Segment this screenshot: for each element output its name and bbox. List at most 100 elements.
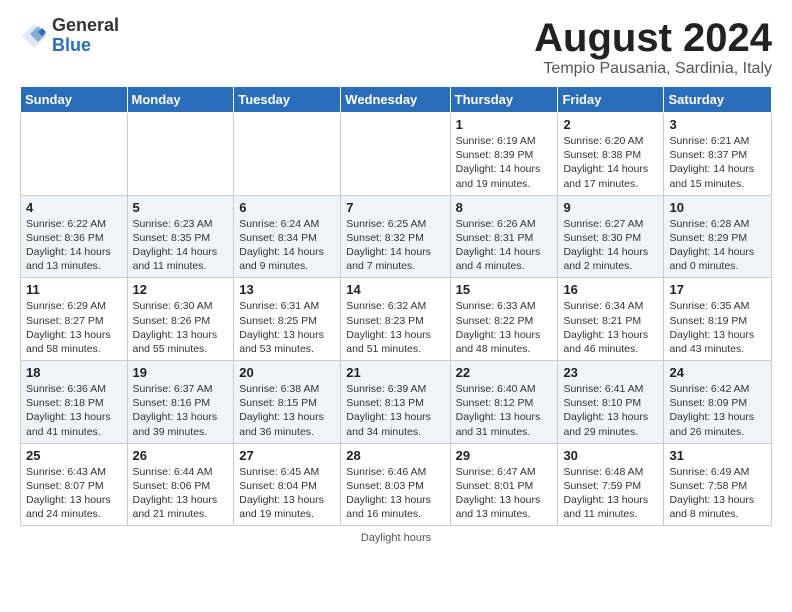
day-cell: 10Sunrise: 6:28 AM Sunset: 8:29 PM Dayli… — [664, 195, 772, 278]
day-info: Sunrise: 6:19 AM Sunset: 8:39 PM Dayligh… — [456, 134, 553, 191]
day-info: Sunrise: 6:39 AM Sunset: 8:13 PM Dayligh… — [346, 382, 444, 439]
week-row-3: 11 Sunrise: 6:29 AM Sunset: 8:27 PM Dayli… — [21, 278, 772, 361]
footer-text: Daylight hours — [20, 532, 772, 544]
day-cell: 18Sunrise: 6:36 AM Sunset: 8:18 PM Dayli… — [21, 361, 128, 444]
day-number: 27 — [239, 448, 335, 463]
logo-icon — [20, 22, 48, 50]
day-cell: 29 Sunrise: 6:47 AM Sunset: 8:01 PM Dayli… — [450, 443, 558, 526]
day-cell — [341, 113, 450, 196]
day-number: 26 — [133, 448, 229, 463]
day-number: 9 — [563, 200, 658, 215]
day-number: 18 — [26, 365, 122, 380]
day-number: 25 — [26, 448, 122, 463]
day-cell: 22 Sunrise: 6:40 AM Sunset: 8:12 PM Dayli… — [450, 361, 558, 444]
header: General Blue August 2024 Tempio Pausania… — [20, 16, 772, 78]
day-cell: 1 Sunrise: 6:19 AM Sunset: 8:39 PM Daylig… — [450, 113, 558, 196]
logo-general-text: General — [52, 16, 119, 36]
day-number: 28 — [346, 448, 444, 463]
day-info: Sunrise: 6:42 AM Sunset: 8:09 PM Dayligh… — [669, 382, 766, 439]
logo-text: General Blue — [52, 16, 119, 56]
day-number: 17 — [669, 282, 766, 297]
calendar-table: SundayMondayTuesdayWednesdayThursdayFrid… — [20, 86, 772, 526]
page: General Blue August 2024 Tempio Pausania… — [0, 0, 792, 554]
day-cell: 28Sunrise: 6:46 AM Sunset: 8:03 PM Dayli… — [341, 443, 450, 526]
day-number: 1 — [456, 117, 553, 132]
col-header-thursday: Thursday — [450, 87, 558, 113]
day-cell: 9Sunrise: 6:27 AM Sunset: 8:30 PM Daylig… — [558, 195, 664, 278]
day-cell: 6Sunrise: 6:24 AM Sunset: 8:34 PM Daylig… — [234, 195, 341, 278]
day-number: 14 — [346, 282, 444, 297]
day-number: 4 — [26, 200, 122, 215]
day-number: 3 — [669, 117, 766, 132]
day-info: Sunrise: 6:38 AM Sunset: 8:15 PM Dayligh… — [239, 382, 335, 439]
day-info: Sunrise: 6:23 AM Sunset: 8:35 PM Dayligh… — [133, 217, 229, 274]
day-number: 10 — [669, 200, 766, 215]
day-info: Sunrise: 6:48 AM Sunset: 7:59 PM Dayligh… — [563, 465, 658, 522]
header-row: SundayMondayTuesdayWednesdayThursdayFrid… — [21, 87, 772, 113]
day-number: 16 — [563, 282, 658, 297]
day-info: Sunrise: 6:22 AM Sunset: 8:36 PM Dayligh… — [26, 217, 122, 274]
day-cell: 15Sunrise: 6:33 AM Sunset: 8:22 PM Dayli… — [450, 278, 558, 361]
day-info: Sunrise: 6:32 AM Sunset: 8:23 PM Dayligh… — [346, 299, 444, 356]
day-cell — [127, 113, 234, 196]
day-cell: 21 Sunrise: 6:39 AM Sunset: 8:13 PM Dayli… — [341, 361, 450, 444]
day-cell: 4 Sunrise: 6:22 AM Sunset: 8:36 PM Daylig… — [21, 195, 128, 278]
day-number: 29 — [456, 448, 553, 463]
day-info: Sunrise: 6:34 AM Sunset: 8:21 PM Dayligh… — [563, 299, 658, 356]
day-number: 2 — [563, 117, 658, 132]
location-subtitle: Tempio Pausania, Sardinia, Italy — [534, 60, 772, 78]
day-cell: 20 Sunrise: 6:38 AM Sunset: 8:15 PM Dayli… — [234, 361, 341, 444]
day-info: Sunrise: 6:24 AM Sunset: 8:34 PM Dayligh… — [239, 217, 335, 274]
day-number: 13 — [239, 282, 335, 297]
day-cell: 23Sunrise: 6:41 AM Sunset: 8:10 PM Dayli… — [558, 361, 664, 444]
day-cell: 19Sunrise: 6:37 AM Sunset: 8:16 PM Dayli… — [127, 361, 234, 444]
day-number: 31 — [669, 448, 766, 463]
day-info: Sunrise: 6:44 AM Sunset: 8:06 PM Dayligh… — [133, 465, 229, 522]
day-cell — [21, 113, 128, 196]
day-number: 24 — [669, 365, 766, 380]
day-info: Sunrise: 6:29 AM Sunset: 8:27 PM Dayligh… — [26, 299, 122, 356]
week-row-5: 25 Sunrise: 6:43 AM Sunset: 8:07 PM Dayli… — [21, 443, 772, 526]
day-number: 12 — [133, 282, 229, 297]
day-number: 8 — [456, 200, 553, 215]
day-cell: 31 Sunrise: 6:49 AM Sunset: 7:58 PM Dayli… — [664, 443, 772, 526]
day-number: 11 — [26, 282, 122, 297]
day-number: 5 — [133, 200, 229, 215]
day-cell: 7Sunrise: 6:25 AM Sunset: 8:32 PM Daylig… — [341, 195, 450, 278]
day-cell: 11 Sunrise: 6:29 AM Sunset: 8:27 PM Dayli… — [21, 278, 128, 361]
day-info: Sunrise: 6:35 AM Sunset: 8:19 PM Dayligh… — [669, 299, 766, 356]
day-cell: 13Sunrise: 6:31 AM Sunset: 8:25 PM Dayli… — [234, 278, 341, 361]
day-cell: 24 Sunrise: 6:42 AM Sunset: 8:09 PM Dayli… — [664, 361, 772, 444]
day-info: Sunrise: 6:25 AM Sunset: 8:32 PM Dayligh… — [346, 217, 444, 274]
col-header-friday: Friday — [558, 87, 664, 113]
col-header-tuesday: Tuesday — [234, 87, 341, 113]
day-number: 21 — [346, 365, 444, 380]
day-cell: 16 Sunrise: 6:34 AM Sunset: 8:21 PM Dayli… — [558, 278, 664, 361]
day-cell: 12Sunrise: 6:30 AM Sunset: 8:26 PM Dayli… — [127, 278, 234, 361]
day-info: Sunrise: 6:33 AM Sunset: 8:22 PM Dayligh… — [456, 299, 553, 356]
day-cell: 26 Sunrise: 6:44 AM Sunset: 8:06 PM Dayli… — [127, 443, 234, 526]
day-info: Sunrise: 6:37 AM Sunset: 8:16 PM Dayligh… — [133, 382, 229, 439]
day-cell: 8 Sunrise: 6:26 AM Sunset: 8:31 PM Daylig… — [450, 195, 558, 278]
week-row-2: 4 Sunrise: 6:22 AM Sunset: 8:36 PM Daylig… — [21, 195, 772, 278]
day-info: Sunrise: 6:47 AM Sunset: 8:01 PM Dayligh… — [456, 465, 553, 522]
day-cell: 30 Sunrise: 6:48 AM Sunset: 7:59 PM Dayli… — [558, 443, 664, 526]
week-row-4: 18Sunrise: 6:36 AM Sunset: 8:18 PM Dayli… — [21, 361, 772, 444]
day-number: 23 — [563, 365, 658, 380]
col-header-monday: Monday — [127, 87, 234, 113]
day-cell: 14 Sunrise: 6:32 AM Sunset: 8:23 PM Dayli… — [341, 278, 450, 361]
day-cell: 27Sunrise: 6:45 AM Sunset: 8:04 PM Dayli… — [234, 443, 341, 526]
day-number: 20 — [239, 365, 335, 380]
day-info: Sunrise: 6:49 AM Sunset: 7:58 PM Dayligh… — [669, 465, 766, 522]
day-info: Sunrise: 6:26 AM Sunset: 8:31 PM Dayligh… — [456, 217, 553, 274]
day-info: Sunrise: 6:43 AM Sunset: 8:07 PM Dayligh… — [26, 465, 122, 522]
day-number: 30 — [563, 448, 658, 463]
day-number: 22 — [456, 365, 553, 380]
day-cell: 3Sunrise: 6:21 AM Sunset: 8:37 PM Daylig… — [664, 113, 772, 196]
day-cell: 5 Sunrise: 6:23 AM Sunset: 8:35 PM Daylig… — [127, 195, 234, 278]
logo-blue-text: Blue — [52, 36, 119, 56]
day-info: Sunrise: 6:40 AM Sunset: 8:12 PM Dayligh… — [456, 382, 553, 439]
day-cell: 17 Sunrise: 6:35 AM Sunset: 8:19 PM Dayli… — [664, 278, 772, 361]
col-header-wednesday: Wednesday — [341, 87, 450, 113]
day-cell: 2Sunrise: 6:20 AM Sunset: 8:38 PM Daylig… — [558, 113, 664, 196]
